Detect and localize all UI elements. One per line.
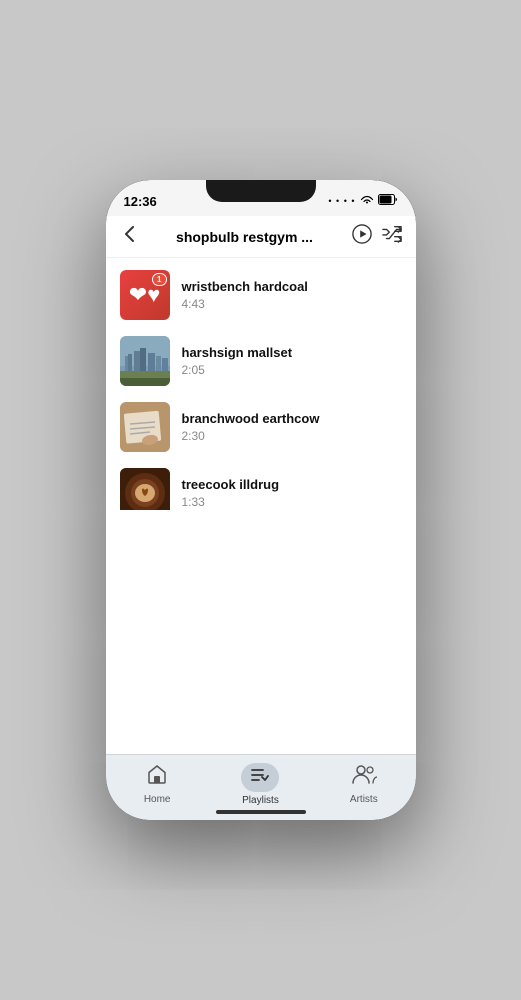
song-info: branchwood earthcow 2:30 (182, 411, 402, 443)
back-button[interactable] (120, 224, 138, 249)
song-thumbnail (120, 468, 170, 510)
song-duration: 2:05 (182, 363, 402, 377)
status-icons: • • • • (328, 192, 397, 210)
song-thumbnail (120, 336, 170, 386)
playlists-icon (251, 767, 269, 788)
tab-artists[interactable]: Artists (312, 763, 415, 806)
header-title: shopbulb restgym ... (144, 229, 346, 245)
home-icon (146, 763, 168, 791)
header-actions (352, 224, 402, 249)
song-duration: 1:33 (182, 495, 402, 509)
song-title: wristbench hardcoal (182, 279, 402, 294)
song-item[interactable]: branchwood earthcow 2:30 (106, 394, 416, 460)
play-button[interactable] (352, 224, 372, 249)
artists-icon (351, 763, 377, 791)
notification-badge: 1 (152, 273, 166, 286)
song-title: branchwood earthcow (182, 411, 402, 426)
header: shopbulb restgym ... (106, 216, 416, 258)
tab-playlists-pill (241, 763, 279, 792)
song-title: harshsign mallset (182, 345, 402, 360)
tab-playlists[interactable]: Playlists (209, 763, 312, 806)
song-info: harshsign mallset 2:05 (182, 345, 402, 377)
shuffle-button[interactable] (382, 224, 402, 249)
song-item[interactable]: harshsign mallset 2:05 (106, 328, 416, 394)
song-thumbnail: ♥ 1 (120, 270, 170, 320)
tab-playlists-label: Playlists (242, 795, 279, 806)
song-info: wristbench hardcoal 4:43 (182, 279, 402, 311)
wifi-icon (360, 192, 374, 210)
song-item[interactable]: treecook illdrug 1:33 (106, 460, 416, 510)
song-info: treecook illdrug 1:33 (182, 477, 402, 509)
song-title: treecook illdrug (182, 477, 402, 492)
song-duration: 4:43 (182, 297, 402, 311)
content-spacer (106, 510, 416, 754)
tab-home-label: Home (144, 794, 171, 805)
home-indicator (216, 810, 306, 814)
status-time: 12:36 (124, 194, 157, 209)
battery-icon (378, 192, 398, 210)
song-list: ♥ 1 wristbench hardcoal 4:43 (106, 258, 416, 510)
song-duration: 2:30 (182, 429, 402, 443)
tab-home[interactable]: Home (106, 763, 209, 806)
signal-icon: • • • • (328, 196, 355, 206)
song-thumbnail (120, 402, 170, 452)
song-item[interactable]: ♥ 1 wristbench hardcoal 4:43 (106, 262, 416, 328)
tab-artists-label: Artists (350, 794, 378, 805)
